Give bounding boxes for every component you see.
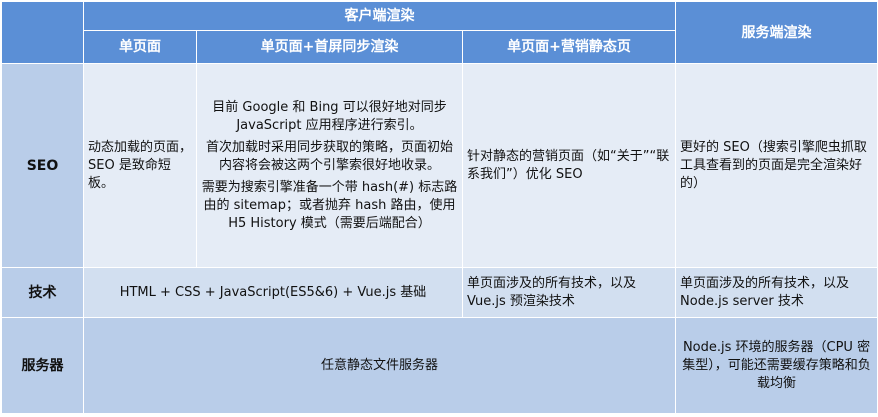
cell-tech-server: 单页面涉及的所有技术，以及 Node.js server 技术 [675,267,878,318]
comparison-page: 客户端渲染 服务端渲染 单页面 单页面+首屏同步渲染 单页面+营销静态页 SEO… [0,0,878,417]
cell-tech-client: HTML + CSS + JavaScript(ES5&6) + Vue.js … [83,267,463,318]
row-label-tech: 技术 [1,267,84,318]
cell-seo-spa: 动态加载的页面，SEO 是致命短板。 [83,63,197,268]
cell-seo-spa-static: 针对静态的营销页面（如“关于”“联系我们”）优化 SEO [461,63,677,268]
cell-seo-server: 更好的 SEO（搜索引擎爬虫抓取工具查看到的页面是完全渲染好的） [675,63,878,268]
seo-ssr-paragraph-1: 目前 Google 和 Bing 可以很好地对同步 JavaScript 应用程… [212,99,447,133]
cell-servers-client: 任意静态文件服务器 [82,317,677,414]
cell-seo-spa-ssr-first: 目前 Google 和 Bing 可以很好地对同步 JavaScript 应用程… [196,63,463,268]
seo-ssr-paragraph-3: 需要为搜索引擎准备一个带 hash(#) 标志路由的 sitemap；或者抛弃 … [201,179,458,231]
rendering-comparison-table: 客户端渲染 服务端渲染 单页面 单页面+首屏同步渲染 单页面+营销静态页 SEO… [1,1,878,414]
header-server-rendering: 服务端渲染 [675,1,878,64]
row-label-servers: 服务器 [1,317,84,414]
cell-servers-server: Node.js 环境的服务器（CPU 密集型），可能还需要缓存策略和负载均衡 [675,317,878,414]
header-spa-static: 单页面+营销静态页 [461,30,677,64]
header-client-rendering: 客户端渲染 [82,1,677,31]
row-label-seo: SEO [1,63,84,268]
header-spa: 单页面 [83,30,197,64]
cell-tech-spa-static: 单页面涉及的所有技术，以及 Vue.js 预渲染技术 [461,267,677,318]
header-spa-ssr-first: 单页面+首屏同步渲染 [196,30,463,64]
seo-ssr-paragraph-2: 首次加载时采用同步获取的策略，页面初始内容将会被这两个引擎索很好地收录。 [205,139,453,173]
corner-cell [1,1,84,64]
